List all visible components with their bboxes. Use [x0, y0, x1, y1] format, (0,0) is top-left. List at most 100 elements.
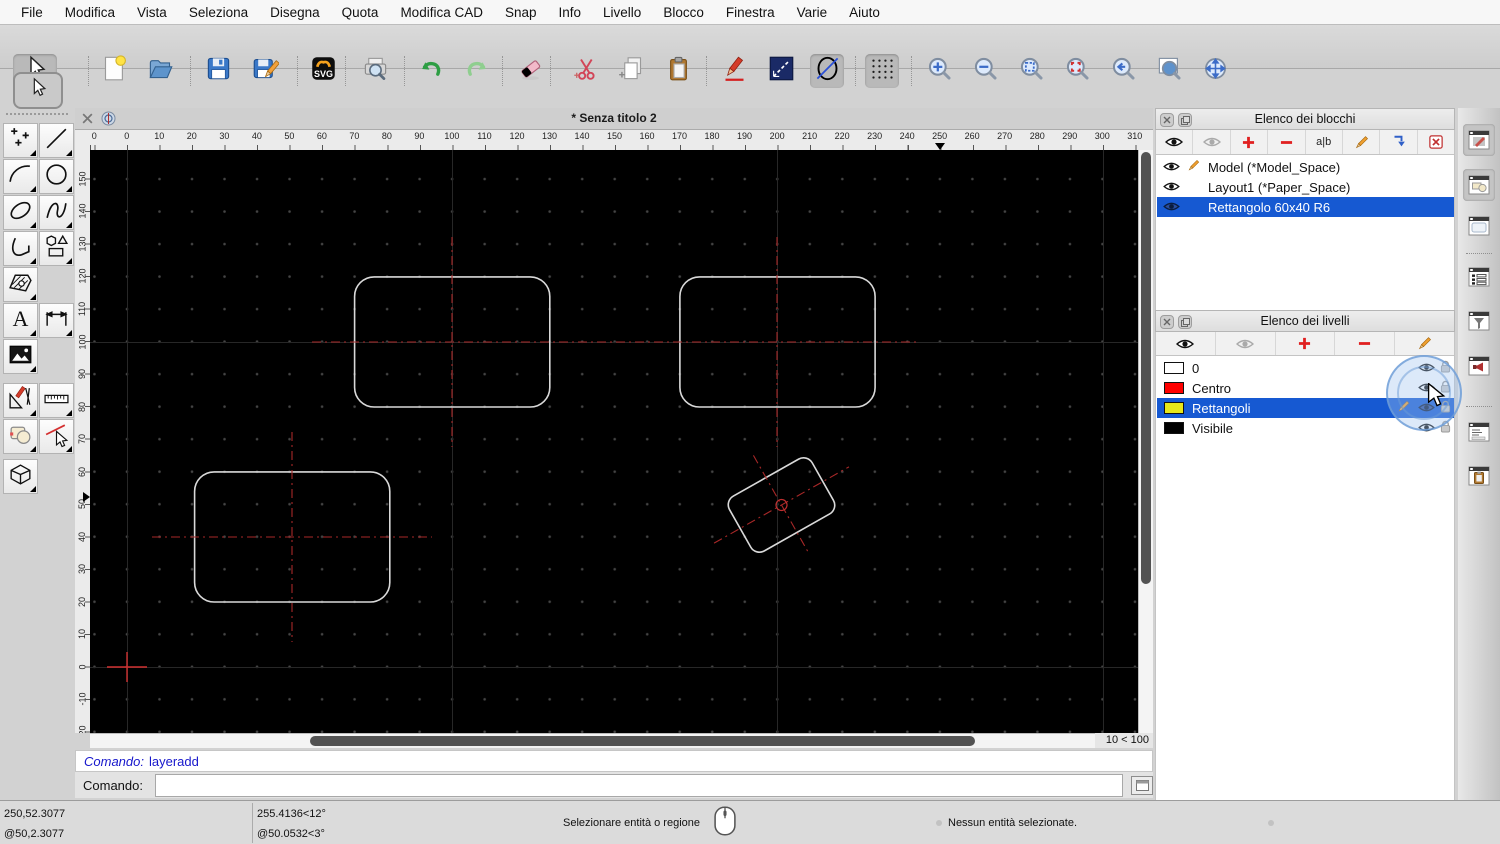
blocks-panel-close-icon[interactable]: [1160, 113, 1174, 127]
tool-polygon-button[interactable]: [39, 231, 74, 266]
zoom-pan-button[interactable]: [1198, 54, 1232, 88]
tool-3d-views-button[interactable]: [3, 459, 38, 494]
menu-item[interactable]: Info: [548, 5, 593, 20]
dock-entity-list-button[interactable]: [1463, 261, 1495, 293]
pen-edit-button[interactable]: [717, 54, 751, 88]
zoom-window-button[interactable]: [1152, 54, 1186, 88]
tool-points-button[interactable]: [3, 123, 38, 158]
tool-select-entities-button[interactable]: [39, 419, 74, 454]
palette-select-button[interactable]: [13, 72, 63, 109]
layer-show-all-button[interactable]: [1156, 332, 1216, 355]
undo-button[interactable]: [413, 54, 447, 88]
submenu-corner: [30, 258, 36, 264]
menu-item[interactable]: Disegna: [259, 5, 331, 20]
horizontal-scrollbar[interactable]: [90, 733, 1095, 748]
block-insert-button[interactable]: [1380, 130, 1417, 154]
cut-button[interactable]: [568, 54, 602, 88]
new-file-button[interactable]: [97, 54, 131, 88]
block-remove-button[interactable]: [1268, 130, 1305, 154]
command-input[interactable]: [155, 774, 1123, 797]
delete-button[interactable]: [513, 54, 547, 88]
vertical-scrollbar[interactable]: [1138, 150, 1153, 733]
dock-library-browser-button[interactable]: [1463, 124, 1495, 156]
copy-button[interactable]: [614, 54, 648, 88]
horizontal-scrollbar-thumb[interactable]: [310, 736, 975, 746]
vertical-scrollbar-thumb[interactable]: [1141, 152, 1151, 584]
block-row-rettangolo[interactable]: Rettangolo 60x40 R6: [1157, 197, 1454, 217]
tool-hatch-button[interactable]: [3, 267, 38, 302]
zoom-previous-button[interactable]: [1106, 54, 1140, 88]
block-row-layout1[interactable]: Layout1 (*Paper_Space): [1157, 177, 1454, 197]
command-detach-button[interactable]: [1131, 776, 1153, 795]
menu-item[interactable]: Blocco: [652, 5, 715, 20]
zoom-selection-button[interactable]: [1060, 54, 1094, 88]
dock-block-list-button[interactable]: [1463, 169, 1495, 201]
zoom-auto-button[interactable]: [1014, 54, 1048, 88]
tool-image-button[interactable]: [3, 339, 38, 374]
layer-hide-all-button[interactable]: [1216, 332, 1276, 355]
menu-item[interactable]: Finestra: [715, 5, 786, 20]
menu-item[interactable]: Livello: [592, 5, 652, 20]
blocks-panel-float-icon[interactable]: [1178, 113, 1192, 127]
block-show-all-button[interactable]: [1156, 130, 1193, 154]
layer-remove-button[interactable]: [1335, 332, 1395, 355]
dock-command-widget-button[interactable]: [1463, 416, 1495, 448]
save-button[interactable]: [201, 54, 235, 88]
h-ruler-label: 240: [891, 131, 924, 141]
tool-blocks-button[interactable]: [3, 419, 38, 454]
menu-item[interactable]: File: [10, 5, 54, 20]
dock-notifications-button[interactable]: [1463, 350, 1495, 382]
menu-item[interactable]: Modifica: [54, 5, 126, 20]
line-attributes-button[interactable]: [764, 54, 798, 88]
command-history: Comando: layeradd: [75, 750, 1153, 772]
dock-layer-list-button[interactable]: [1463, 210, 1495, 242]
svg-export-button[interactable]: SVG: [306, 54, 340, 88]
zoom-in-button[interactable]: [922, 54, 956, 88]
tool-arc-button[interactable]: [3, 159, 38, 194]
tool-circle-button[interactable]: [39, 159, 74, 194]
tool-spline-button[interactable]: [39, 195, 74, 230]
layers-panel-float-icon[interactable]: [1178, 315, 1192, 329]
visibility-eye-icon[interactable]: [1163, 180, 1180, 195]
menu-item[interactable]: Snap: [494, 5, 548, 20]
tool-ellipse-button[interactable]: [3, 195, 38, 230]
submenu-corner: [30, 222, 36, 228]
drawing-canvas[interactable]: [90, 150, 1138, 733]
tool-modify-button[interactable]: [3, 383, 38, 418]
zoom-out-button[interactable]: [968, 54, 1002, 88]
tool-measure-button[interactable]: [39, 383, 74, 418]
tool-line-button[interactable]: [39, 123, 74, 158]
block-hide-all-button[interactable]: [1193, 130, 1230, 154]
tool-text-button[interactable]: A: [3, 303, 38, 338]
action-hint: Selezionare entità o regione: [563, 817, 700, 829]
block-add-button[interactable]: [1231, 130, 1268, 154]
paste-button[interactable]: [661, 54, 695, 88]
circle-toggle-button[interactable]: [810, 54, 844, 88]
menu-item[interactable]: Quota: [331, 5, 390, 20]
tool-polyline-button[interactable]: [3, 231, 38, 266]
dock-filter-button[interactable]: [1463, 305, 1495, 337]
menu-item[interactable]: Vista: [126, 5, 178, 20]
tool-dimension-button[interactable]: [39, 303, 74, 338]
open-file-button[interactable]: [143, 54, 177, 88]
command-history-prompt: Comando:: [84, 754, 144, 769]
visibility-eye-icon[interactable]: [1163, 160, 1180, 175]
visibility-eye-icon[interactable]: [1163, 200, 1180, 215]
menu-item[interactable]: Modifica CAD: [389, 5, 494, 20]
menu-item[interactable]: Varie: [786, 5, 839, 20]
layers-panel-close-icon[interactable]: [1160, 315, 1174, 329]
save-as-button[interactable]: [248, 54, 282, 88]
dock-clipboard-button[interactable]: [1463, 460, 1495, 492]
layer-edit-button[interactable]: [1395, 332, 1454, 355]
block-row-model[interactable]: Model (*Model_Space): [1157, 157, 1454, 177]
menu-item[interactable]: Aiuto: [838, 5, 891, 20]
print-preview-button[interactable]: [358, 54, 392, 88]
menu-item[interactable]: Seleziona: [178, 5, 259, 20]
layer-add-button[interactable]: [1276, 332, 1336, 355]
block-delete-button[interactable]: [1418, 130, 1454, 154]
block-edit-button[interactable]: [1343, 130, 1380, 154]
grid-toggle-button[interactable]: [865, 54, 899, 88]
block-rename-button[interactable]: a|b: [1306, 130, 1343, 154]
palette-handle[interactable]: [6, 113, 68, 119]
redo-button[interactable]: [460, 54, 494, 88]
